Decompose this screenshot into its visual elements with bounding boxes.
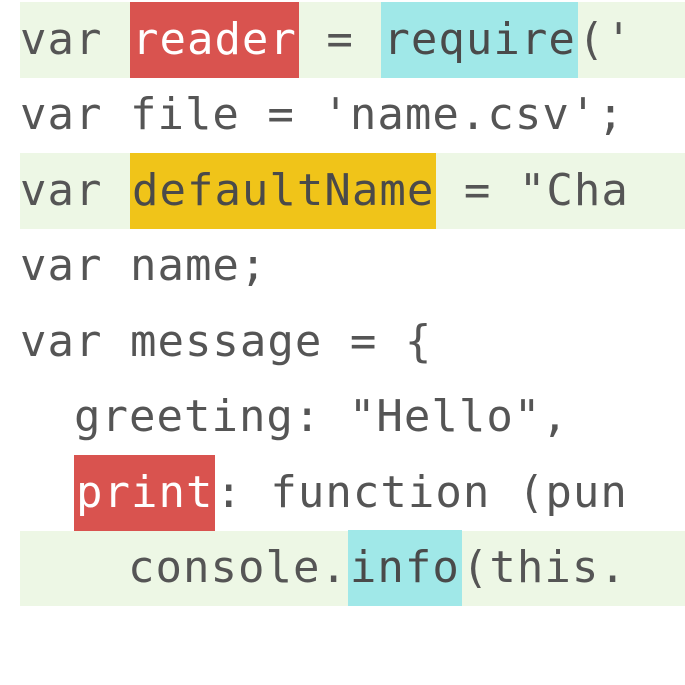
code-text: var message = { bbox=[20, 304, 432, 380]
code-line-4: var name; bbox=[20, 229, 685, 305]
code-line-1: var reader = require(' bbox=[20, 2, 685, 78]
code-text: var file = 'name.csv'; bbox=[20, 77, 625, 153]
code-snippet: var reader = require(' var file = 'name.… bbox=[0, 0, 685, 606]
code-line-5: var message = { bbox=[20, 304, 685, 380]
code-line-7: print: function (pun bbox=[20, 455, 685, 531]
identifier-info: info bbox=[348, 530, 462, 606]
code-line-6: greeting: "Hello", bbox=[20, 380, 685, 456]
code-line-2: var file = 'name.csv'; bbox=[20, 78, 685, 154]
identifier-print: print bbox=[74, 455, 215, 531]
operator-equals: = bbox=[299, 2, 381, 78]
code-text: var name; bbox=[20, 228, 267, 304]
code-text: : function (pun bbox=[215, 455, 627, 531]
code-text: greeting: "Hello", bbox=[74, 379, 569, 455]
keyword-var: var bbox=[20, 2, 130, 78]
paren-open: (' bbox=[578, 2, 633, 78]
code-line-8: console.info(this. bbox=[20, 531, 685, 607]
identifier-require: require bbox=[381, 2, 577, 78]
keyword-var: var bbox=[20, 153, 130, 229]
identifier-reader: reader bbox=[130, 2, 299, 78]
identifier-defaultname: defaultName bbox=[130, 153, 436, 229]
code-text: console. bbox=[128, 530, 348, 606]
code-line-3: var defaultName = "Cha bbox=[20, 153, 685, 229]
code-text: (this. bbox=[462, 530, 627, 606]
operator-equals: = "Cha bbox=[436, 153, 628, 229]
